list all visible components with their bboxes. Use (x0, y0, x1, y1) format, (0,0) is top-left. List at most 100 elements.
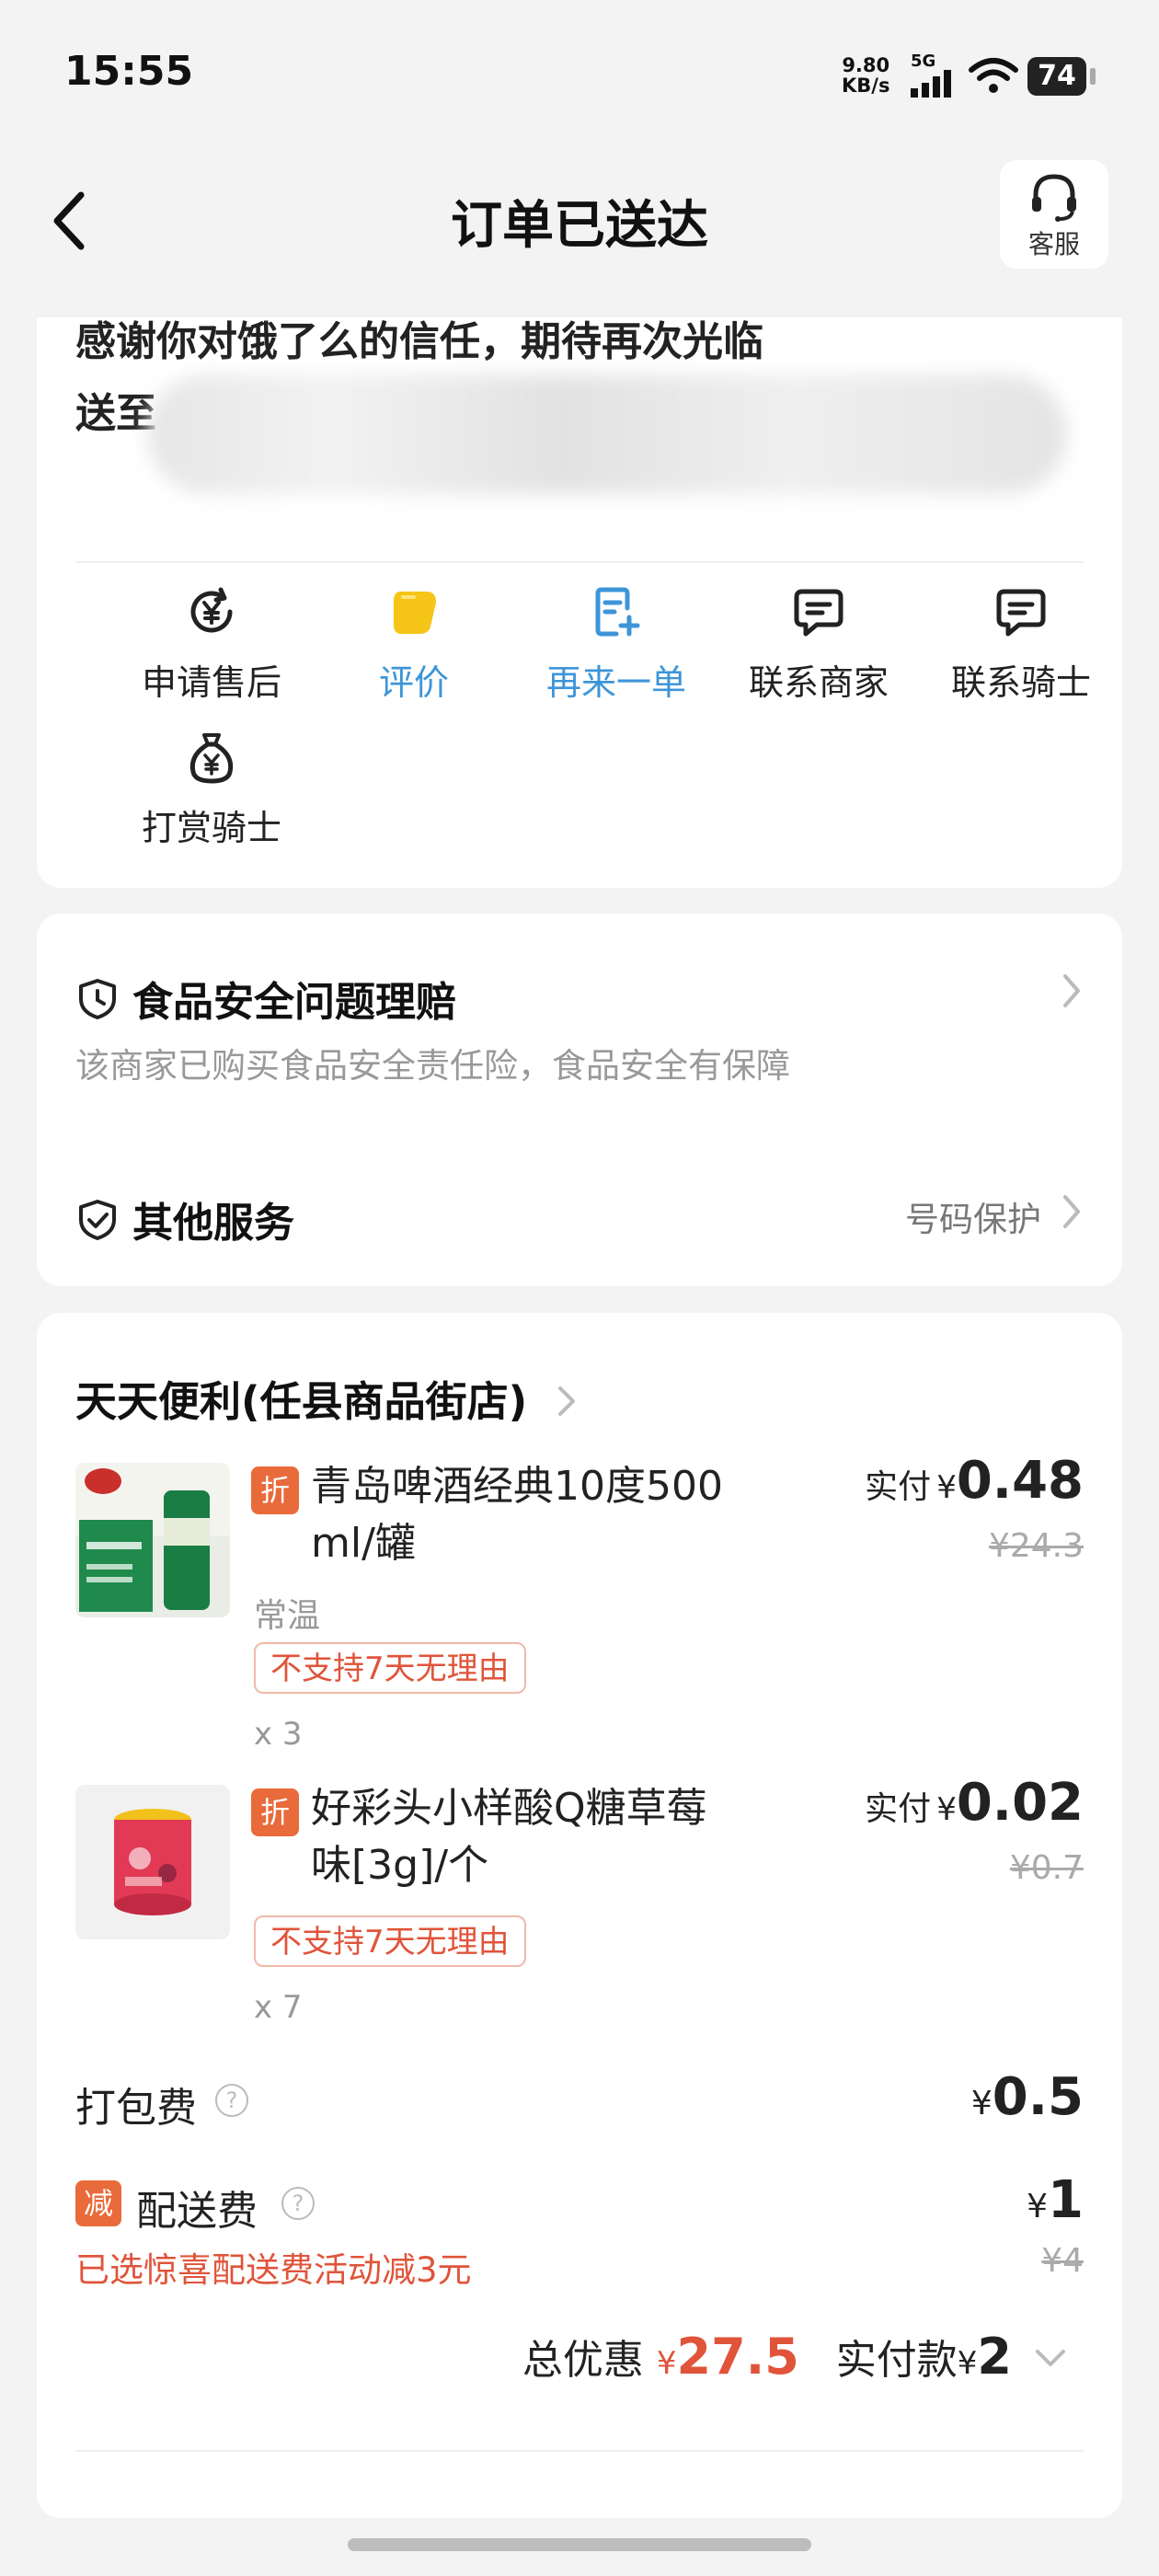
currency-symbol: ¥ (936, 1469, 957, 1506)
rate-label: 评价 (378, 662, 449, 703)
wifi-icon (969, 58, 1018, 93)
contact-merchant-label: 联系商家 (748, 662, 889, 703)
discount-tag: 折 (251, 1788, 299, 1836)
original-price: ¥0.7 (1009, 1849, 1084, 1887)
paid-label: 实付 (865, 1790, 932, 1828)
reduction-tag: 减 (75, 2180, 121, 2226)
help-icon[interactable]: ? (215, 2084, 248, 2117)
divider (75, 2450, 1084, 2452)
page-title: 订单已送达 (451, 196, 708, 256)
network-type: 5G (911, 52, 936, 71)
product-name-line2: 味[3g]/个 (311, 1842, 489, 1889)
food-safety-row[interactable]: 食品安全问题理赔 (75, 969, 456, 1028)
paid-amount: 0.48 (956, 1451, 1084, 1511)
chat-icon (996, 589, 1046, 637)
no-return-badge: 不支持7天无理由 (254, 1642, 526, 1694)
customer-service-label: 客服 (1027, 229, 1080, 259)
chevron-right-icon[interactable] (1058, 1191, 1085, 1232)
total-discount-label: 总优惠 (522, 2337, 644, 2384)
status-time: 15:55 (64, 48, 194, 95)
product-paid-price: 实付 ¥0.02 (865, 1773, 1084, 1833)
currency-symbol: ¥ (1027, 2188, 1049, 2225)
services-card: 食品安全问题理赔 该商家已购买食品安全责任险，食品安全有保障 其他服务 号码保护 (37, 914, 1122, 1286)
product-image-beer[interactable] (75, 1463, 230, 1617)
packing-fee-value: ¥0.5 (971, 2067, 1084, 2127)
net-speed: 9.80 KB/s (842, 55, 889, 96)
contact-rider-label: 联系骑士 (950, 662, 1091, 703)
customer-service-button[interactable]: 客服 (1000, 160, 1108, 269)
other-services-title: 其他服务 (132, 1200, 294, 1247)
headset-icon (1032, 174, 1076, 222)
contact-merchant-button[interactable]: 联系商家 (717, 584, 920, 705)
packing-fee-label: 打包费 (75, 2085, 197, 2132)
thanks-message: 感谢你对饿了么的信任，期待再次光临 (75, 318, 763, 365)
paid-label: 实付 (865, 1468, 932, 1506)
product-quantity: x 3 (254, 1716, 303, 1753)
order-detail-card: 天天便利(任县商品街店) 折 青岛啤酒经典10度500 ml/罐 常温 不支持7… (37, 1313, 1122, 2518)
food-safety-subtitle: 该商家已购买食品安全责任险，食品安全有保障 (75, 1046, 790, 1086)
paid-amount: 0.02 (956, 1773, 1084, 1833)
food-safety-title: 食品安全问题理赔 (132, 979, 456, 1026)
address-redacted (147, 374, 1067, 494)
product-name-line1: 好彩头小样酸Q糖草莓 (311, 1785, 707, 1832)
product-name-line2: ml/罐 (311, 1520, 416, 1567)
product-image-candy[interactable] (75, 1785, 230, 1939)
delivery-fee-label: 配送费 (136, 2188, 258, 2235)
currency-symbol: ¥ (936, 1791, 957, 1828)
delivery-original-price: ¥4 (1041, 2242, 1084, 2280)
discount-tag: 折 (251, 1466, 299, 1514)
apply-after-sale-label: 申请售后 (141, 662, 281, 703)
product-name-line1: 青岛啤酒经典10度500 (311, 1463, 723, 1510)
total-paid-label: 实付款 (835, 2337, 958, 2384)
nav-bar: 订单已送达 客服 (0, 156, 1159, 322)
reorder-label: 再来一单 (545, 662, 686, 703)
total-paid-amount: 2 (977, 2328, 1012, 2386)
beer-product-image (75, 1463, 230, 1617)
other-services-row[interactable]: 其他服务 (75, 1190, 294, 1248)
divider (75, 561, 1084, 563)
original-price: ¥24.3 (988, 1527, 1084, 1565)
battery-indicator: 74 (1027, 57, 1096, 96)
chat-icon (794, 589, 843, 637)
net-speed-unit: KB/s (842, 75, 890, 97)
money-bag-icon (189, 733, 234, 784)
chevron-right-icon[interactable] (1058, 971, 1085, 1011)
delivery-fee-value: ¥1 (1027, 2170, 1084, 2230)
candy-product-image (75, 1785, 230, 1939)
product-spec: 常温 (254, 1597, 321, 1635)
apply-after-sale-button[interactable]: 申请售后 (110, 584, 313, 705)
total-discount-amount: 27.5 (676, 2328, 799, 2386)
status-bar: 15:55 9.80 KB/s 5G 74 (0, 0, 1159, 156)
reorder-icon (595, 587, 640, 637)
number-protection-link[interactable]: 号码保护 (905, 1191, 1041, 1241)
product-paid-price: 实付 ¥0.48 (865, 1451, 1084, 1511)
shield-check-icon (79, 1200, 116, 1240)
delivery-fee-amount: 1 (1048, 2170, 1084, 2230)
rate-button[interactable]: 评价 (313, 584, 515, 705)
order-total-row[interactable]: 总优惠 ¥27.5 实付款¥2 (522, 2327, 1067, 2386)
currency-symbol: ¥ (656, 2345, 677, 2382)
home-indicator[interactable] (348, 2538, 811, 2551)
currency-symbol: ¥ (970, 2085, 993, 2122)
rating-icon (394, 592, 436, 634)
help-icon[interactable]: ? (281, 2187, 315, 2220)
product-name[interactable]: 好彩头小样酸Q糖草莓 味[3g]/个 (311, 1780, 707, 1894)
contact-rider-button[interactable]: 联系骑士 (920, 584, 1122, 705)
packing-fee-amount: 0.5 (992, 2067, 1084, 2127)
deliver-to-label: 送至 (75, 390, 156, 437)
reorder-button[interactable]: 再来一单 (515, 584, 717, 705)
order-summary-card: 感谢你对饿了么的信任，期待再次光临 送至 申请售后 评价 再来一单 联系商家 联… (37, 317, 1122, 888)
tip-rider-button[interactable]: 打赏骑士 (110, 730, 313, 850)
no-return-badge: 不支持7天无理由 (254, 1915, 526, 1967)
product-name[interactable]: 青岛啤酒经典10度500 ml/罐 (311, 1458, 723, 1572)
signal-icon (911, 70, 951, 98)
delivery-promo-text: 已选惊喜配送费活动减3元 (75, 2250, 472, 2290)
product-quantity: x 7 (254, 1989, 303, 2026)
chevron-down-icon (1036, 2350, 1065, 2366)
store-name-link[interactable]: 天天便利(任县商品街店) (75, 1368, 579, 1428)
currency-symbol: ¥ (957, 2345, 978, 2382)
clock-shield-icon (79, 979, 116, 1019)
net-speed-value: 9.80 (842, 54, 890, 76)
yen-refresh-icon (190, 587, 233, 633)
chevron-right-icon (557, 1386, 575, 1416)
